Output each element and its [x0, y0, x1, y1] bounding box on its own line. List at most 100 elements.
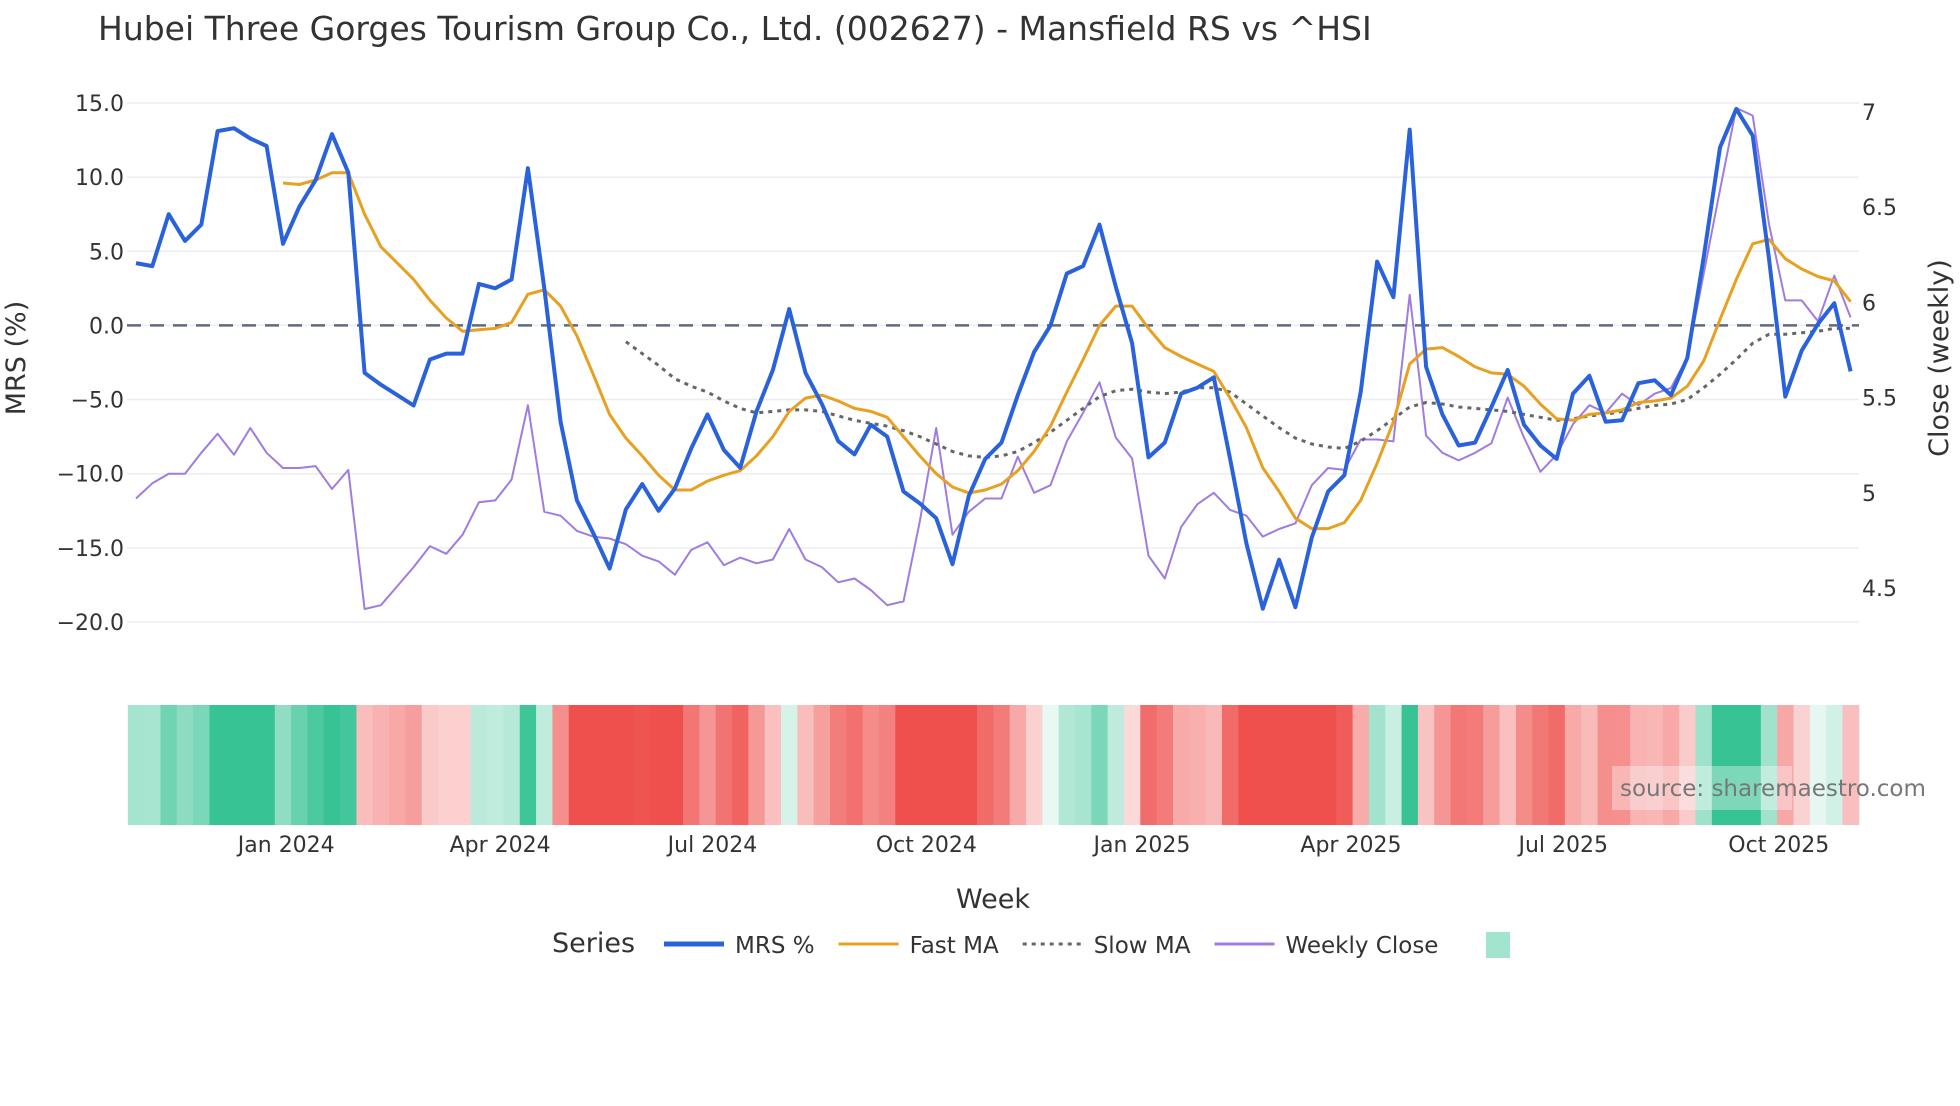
heatmap-cell — [1564, 705, 1582, 825]
heatmap-cell — [813, 705, 831, 825]
heatmap-cell — [1172, 705, 1190, 825]
heatmap-cell — [1401, 705, 1419, 825]
heatmap-cell — [389, 705, 406, 825]
legend-swatch-heatmap — [1486, 932, 1510, 958]
heatmap-cell — [421, 705, 439, 825]
legend: Series MRS % Fast MA Slow MA Weekly Close — [552, 928, 1510, 959]
heatmap-cell — [291, 705, 308, 825]
y2-tick-label: 4.5 — [1862, 577, 1897, 602]
heatmap-cell — [617, 705, 635, 825]
heatmap-cell — [209, 705, 227, 825]
heatmap-cell — [1123, 705, 1141, 825]
heatmap-cell — [242, 705, 259, 825]
x-tick-label: Apr 2025 — [1300, 833, 1401, 858]
heatmap-cell — [1221, 705, 1239, 825]
heatmap-cell — [1581, 705, 1599, 825]
heatmap-cell — [1515, 705, 1533, 825]
series-line-mrs — [135, 106, 1853, 611]
heatmap-cell — [895, 705, 913, 825]
mrs-heatmap-strip — [127, 705, 1860, 825]
heatmap-cell — [340, 705, 357, 825]
x-tick-label: Apr 2024 — [450, 833, 551, 858]
heatmap-cell — [1434, 705, 1452, 825]
heatmap-cell — [601, 705, 619, 825]
heatmap-cell — [258, 705, 276, 825]
heatmap-cell — [764, 705, 782, 825]
y-tick-label: −10.0 — [57, 463, 124, 488]
legend-label: Fast MA — [910, 933, 999, 959]
legend-label: MRS % — [735, 933, 815, 959]
heatmap-cell — [1499, 705, 1517, 825]
x-axis-ticks: Jan 2024 Apr 2024 Jul 2024 Oct 2024 Jan 2025… — [236, 833, 1830, 858]
legend-label: Weekly Close — [1285, 933, 1438, 959]
heatmap-cell — [1597, 705, 1615, 825]
heatmap-cell — [1532, 705, 1550, 825]
heatmap-cell — [781, 705, 798, 825]
x-tick-label: Jul 2024 — [666, 833, 758, 858]
legend-label: Slow MA — [1094, 933, 1191, 959]
heatmap-cell — [911, 705, 929, 825]
heatmap-cell — [1074, 705, 1092, 825]
heatmap-cell — [683, 705, 700, 825]
legend-item-mrs: MRS % — [664, 933, 815, 959]
heatmap-cell — [1548, 705, 1566, 825]
heatmap-cell — [225, 705, 243, 825]
heatmap-cell — [1842, 705, 1860, 825]
series-line-weekly-close — [135, 107, 1852, 610]
heatmap-cell — [503, 705, 521, 825]
heatmap-cell — [1058, 705, 1076, 825]
heatmap-cell — [634, 705, 651, 825]
heatmap-cell — [797, 705, 815, 825]
heatmap-cell — [568, 705, 586, 825]
y-tick-label: −15.0 — [57, 537, 124, 562]
y-tick-label: 15.0 — [75, 92, 124, 117]
heatmap-cell — [487, 705, 504, 825]
heatmap-cell — [1466, 705, 1484, 825]
heatmap-cell — [1826, 705, 1843, 825]
heatmap-cell — [160, 705, 178, 825]
y-axis-left-ticks: 15.0 10.0 5.0 0.0 −5.0 −10.0 −15.0 −20.0 — [57, 92, 124, 636]
x-axis-title: Week — [956, 884, 1030, 915]
heatmap-cell — [1107, 705, 1125, 825]
y2-tick-label: 6.5 — [1862, 196, 1897, 221]
heatmap-cell — [552, 705, 570, 825]
x-tick-label: Oct 2025 — [1728, 833, 1829, 858]
legend-item-slow-ma: Slow MA — [1022, 933, 1191, 959]
legend-item-weekly-close: Weekly Close — [1214, 933, 1438, 959]
legend-title: Series — [552, 928, 635, 959]
heatmap-cell — [1368, 705, 1386, 825]
heatmap-cell — [1417, 705, 1435, 825]
heatmap-cell — [372, 705, 390, 825]
heatmap-cell — [1042, 705, 1060, 825]
legend-item-fast-ma: Fast MA — [838, 933, 999, 959]
heatmap-cell — [585, 705, 602, 825]
heatmap-cell — [846, 705, 864, 825]
heatmap-cell — [1270, 705, 1288, 825]
heatmap-cell — [274, 705, 292, 825]
heatmap-cell — [879, 705, 896, 825]
y2-tick-label: 7 — [1862, 101, 1876, 126]
heatmap-cell — [1809, 705, 1827, 825]
heatmap-cell — [1319, 705, 1337, 825]
heatmap-cell — [650, 705, 668, 825]
heatmap-cell — [1450, 705, 1468, 825]
heatmap-cell — [1793, 705, 1811, 825]
y-axis-right-title: Close (weekly) — [1924, 259, 1955, 457]
heatmap-cell — [928, 705, 945, 825]
heatmap-cell — [1336, 705, 1354, 825]
y-axis-left-title: MRS (%) — [1, 301, 32, 416]
y-tick-label: −20.0 — [57, 611, 124, 636]
heatmap-cell — [307, 705, 325, 825]
heatmap-cell — [748, 705, 766, 825]
heatmap-cell — [862, 705, 880, 825]
x-tick-label: Oct 2024 — [876, 833, 977, 858]
watermark: source: sharemaestro.com — [1612, 766, 1926, 810]
y-tick-label: 5.0 — [89, 240, 124, 265]
heatmap-cell — [405, 705, 423, 825]
heatmap-cell — [1352, 705, 1370, 825]
heatmap-cell — [536, 705, 553, 825]
heatmap-cell — [1189, 705, 1207, 825]
y-tick-label: 10.0 — [75, 166, 124, 191]
heatmap-cell — [944, 705, 962, 825]
heatmap-cell — [1483, 705, 1501, 825]
